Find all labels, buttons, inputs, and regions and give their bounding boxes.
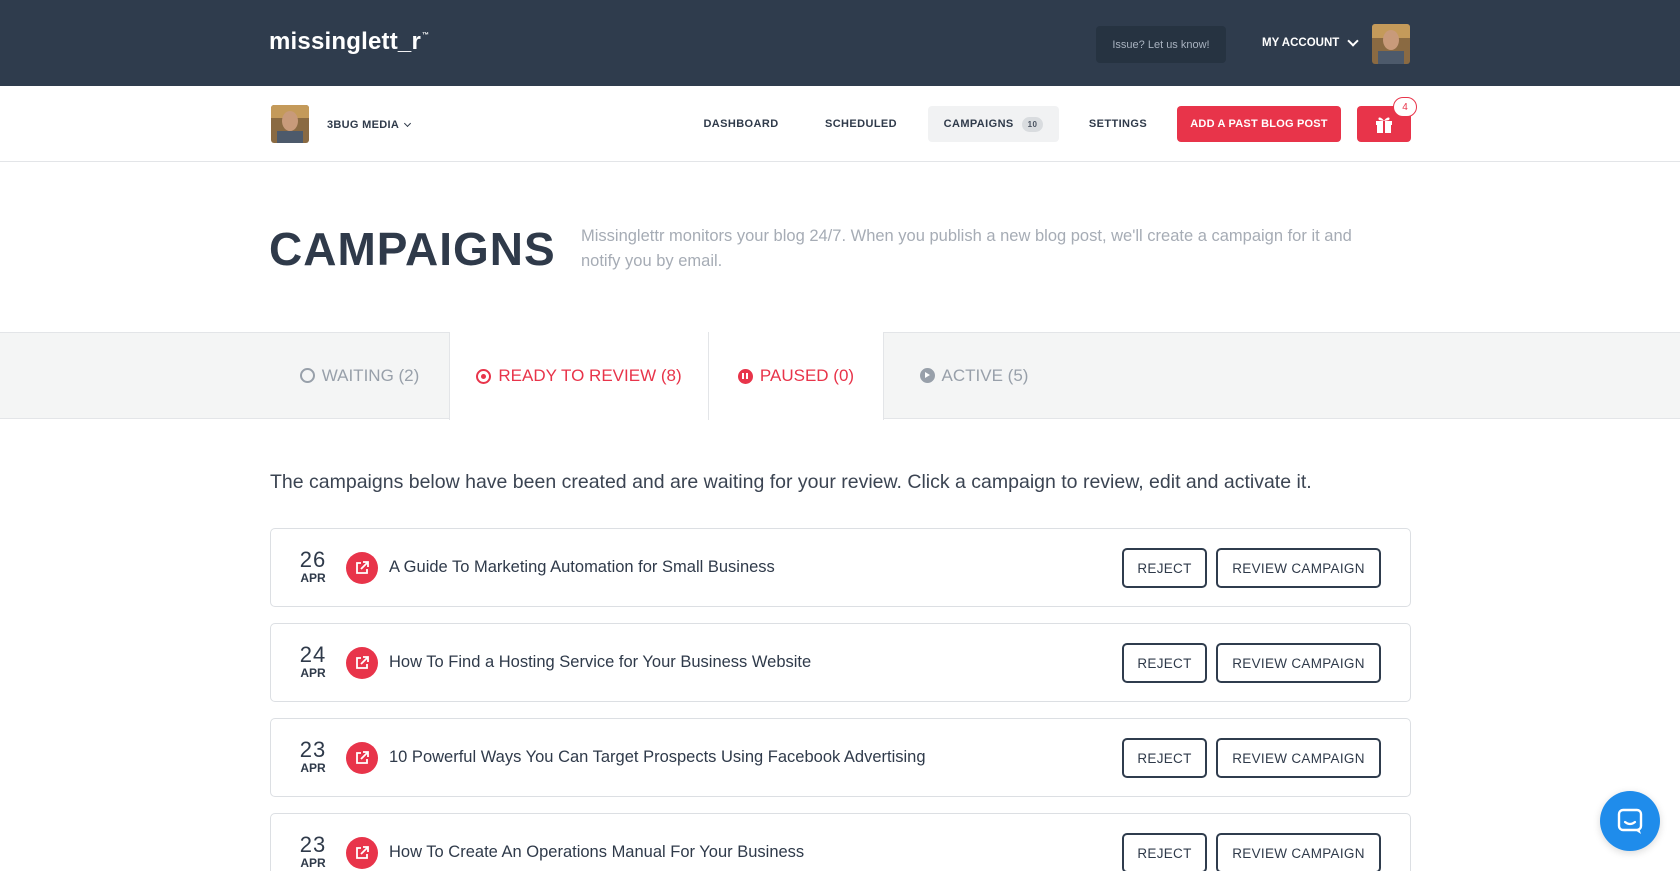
logo[interactable]: missinglett_r™ <box>269 28 429 56</box>
logo-text: missinglett_r <box>269 28 421 55</box>
user-avatar[interactable] <box>1372 24 1410 64</box>
target-icon <box>476 368 492 384</box>
feedback-button[interactable]: Issue? Let us know! <box>1096 26 1226 63</box>
date-day: 23 <box>299 832 327 857</box>
reject-button[interactable]: REJECT <box>1122 738 1207 778</box>
gift-count-badge: 4 <box>1393 97 1417 117</box>
tab-waiting[interactable]: WAITING (2) <box>270 332 449 419</box>
reject-button[interactable]: REJECT <box>1122 643 1207 683</box>
play-circle-icon <box>919 368 935 383</box>
review-campaign-button[interactable]: REVIEW CAMPAIGN <box>1216 833 1381 871</box>
campaign-title[interactable]: How To Create An Operations Manual For Y… <box>389 843 804 862</box>
page-title: CAMPAIGNS <box>269 223 556 275</box>
tab-ready-to-review-label: READY TO REVIEW (8) <box>498 366 682 385</box>
tab-ready-to-review[interactable]: READY TO REVIEW (8) <box>449 332 709 420</box>
external-link-icon[interactable] <box>346 837 378 869</box>
campaign-title[interactable]: 10 Powerful Ways You Can Target Prospect… <box>389 748 926 767</box>
campaign-date: 26 APR <box>295 547 331 586</box>
campaign-title[interactable]: How To Find a Hosting Service for Your B… <box>389 653 811 672</box>
nav-dashboard[interactable]: DASHBOARD <box>694 106 788 142</box>
page-description: Missinglettr monitors your blog 24/7. Wh… <box>581 227 1352 270</box>
nav-scheduled[interactable]: SCHEDULED <box>814 106 908 142</box>
date-day: 24 <box>299 642 327 667</box>
nav-campaigns[interactable]: CAMPAIGNS 10 <box>928 106 1059 142</box>
my-account-label: MY ACCOUNT <box>1262 37 1340 49</box>
chevron-down-icon <box>1347 34 1359 47</box>
campaign-title[interactable]: A Guide To Marketing Automation for Smal… <box>389 558 775 577</box>
review-campaign-button[interactable]: REVIEW CAMPAIGN <box>1216 643 1381 683</box>
chevron-down-icon <box>404 119 412 128</box>
campaign-row[interactable]: 26 APR A Guide To Marketing Automation f… <box>270 528 1411 607</box>
campaign-row[interactable]: 23 APR 10 Powerful Ways You Can Target P… <box>270 718 1411 797</box>
date-day: 26 <box>299 547 327 572</box>
pause-circle-icon <box>737 368 753 384</box>
app-root: missinglett_r™ Issue? Let us know! MY AC… <box>0 0 1680 871</box>
campaign-row[interactable]: 23 APR How To Create An Operations Manua… <box>270 813 1411 871</box>
review-campaign-button[interactable]: REVIEW CAMPAIGN <box>1216 738 1381 778</box>
date-month: APR <box>300 571 326 585</box>
campaign-date: 24 APR <box>295 642 331 681</box>
tab-active[interactable]: ACTIVE (5) <box>884 332 1064 419</box>
reject-button[interactable]: REJECT <box>1122 833 1207 871</box>
date-day: 23 <box>299 737 327 762</box>
date-month: APR <box>300 856 326 870</box>
gift-icon <box>1376 117 1392 133</box>
chat-launcher-button[interactable] <box>1600 791 1660 851</box>
external-link-icon[interactable] <box>346 647 378 679</box>
org-avatar[interactable] <box>271 105 309 143</box>
chat-icon <box>1617 808 1643 834</box>
review-campaign-button[interactable]: REVIEW CAMPAIGN <box>1216 548 1381 588</box>
date-month: APR <box>300 761 326 775</box>
external-link-icon[interactable] <box>346 552 378 584</box>
org-switcher[interactable]: 3BUG MEDIA <box>327 119 412 131</box>
nav-campaigns-label: CAMPAIGNS <box>943 118 1014 130</box>
nav-settings[interactable]: SETTINGS <box>1080 106 1156 142</box>
reject-button[interactable]: REJECT <box>1122 548 1207 588</box>
logo-trademark: ™ <box>421 32 430 39</box>
campaign-date: 23 APR <box>295 737 331 776</box>
external-link-icon[interactable] <box>346 742 378 774</box>
campaign-date: 23 APR <box>295 832 331 871</box>
top-bar <box>0 0 1680 86</box>
tab-waiting-label: WAITING (2) <box>321 365 420 385</box>
intro-text: The campaigns below have been created an… <box>270 471 1312 493</box>
add-past-blog-post-button[interactable]: ADD A PAST BLOG POST <box>1177 106 1341 142</box>
my-account-menu[interactable]: MY ACCOUNT <box>1262 34 1359 49</box>
org-name-label: 3BUG MEDIA <box>327 119 400 131</box>
tab-active-label: ACTIVE (5) <box>941 365 1029 385</box>
tab-paused-label: PAUSED (0) <box>759 366 855 385</box>
campaign-row[interactable]: 24 APR How To Find a Hosting Service for… <box>270 623 1411 702</box>
campaign-count-badge: 10 <box>1021 116 1044 132</box>
date-month: APR <box>300 666 326 680</box>
tab-paused[interactable]: PAUSED (0) <box>709 332 884 420</box>
circle-outline-icon <box>299 368 315 383</box>
